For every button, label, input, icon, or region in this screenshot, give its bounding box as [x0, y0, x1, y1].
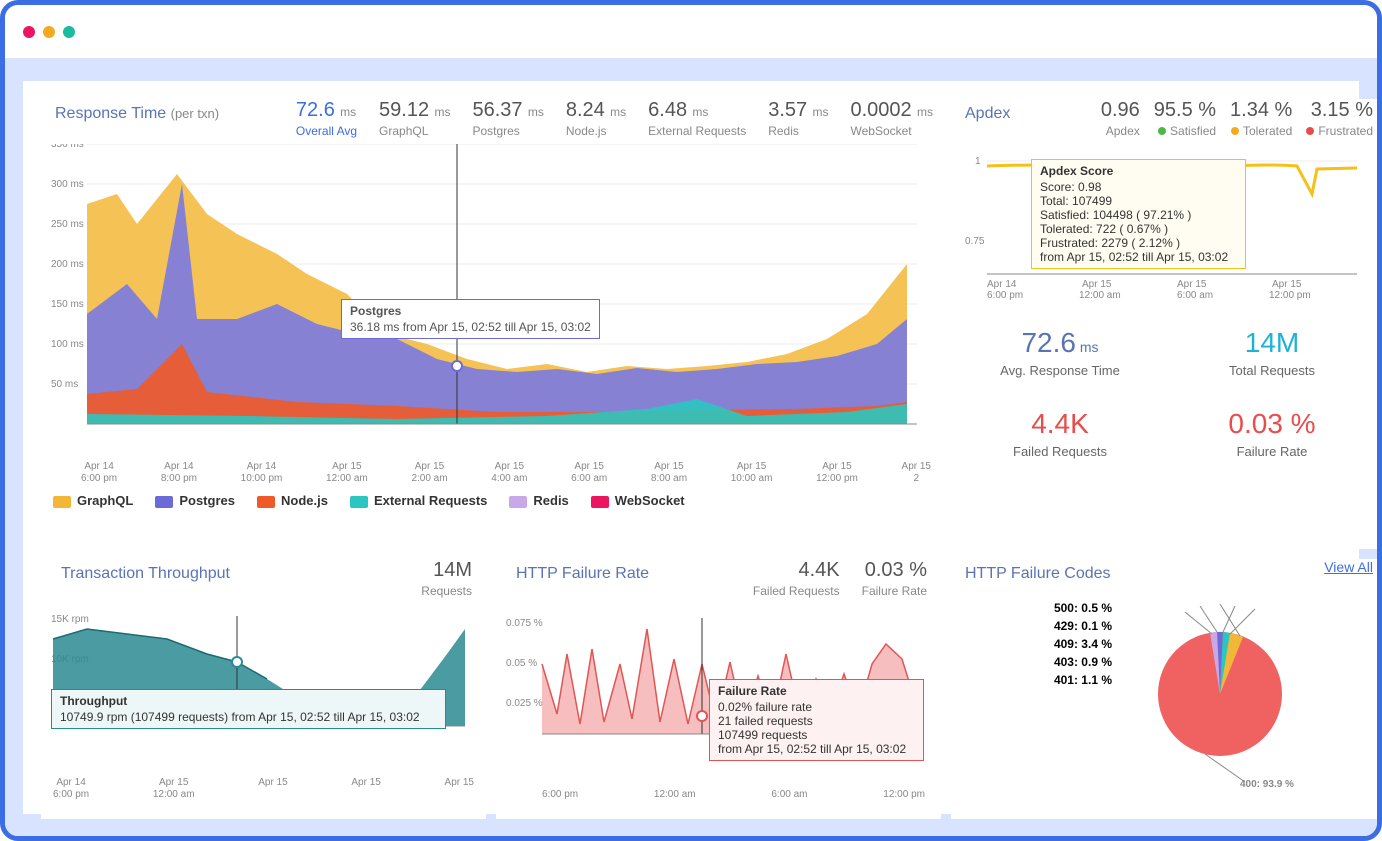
- svg-text:6:00 pm: 6:00 pm: [987, 290, 1023, 301]
- svg-text:50 ms: 50 ms: [51, 379, 78, 390]
- svg-text:12:00 am: 12:00 am: [1079, 290, 1121, 301]
- response-time-title: Response Time (per txn): [49, 99, 219, 123]
- surface: Response Time (per txn) 72.6 msOverall A…: [5, 59, 1377, 836]
- svg-text:250 ms: 250 ms: [51, 219, 84, 230]
- metric-graphql: 59.12 msGraphQL: [379, 99, 450, 138]
- legend-websocket[interactable]: WebSocket: [591, 493, 685, 508]
- legend-external-requests[interactable]: External Requests: [350, 493, 487, 508]
- legend-node-js[interactable]: Node.js: [257, 493, 328, 508]
- apdex-metric-satisfied: 95.5 %Satisfied: [1154, 99, 1216, 138]
- apdex-metric-apdex: 0.96Apdex: [1101, 99, 1140, 138]
- close-icon[interactable]: [23, 26, 35, 38]
- stat-failure-rate: 0.03 % Failure Rate: [1171, 398, 1373, 469]
- svg-text:300 ms: 300 ms: [51, 179, 84, 190]
- svg-text:Apr 15: Apr 15: [1177, 279, 1207, 290]
- label-400: 400: 93.9 %: [1240, 779, 1294, 789]
- failure-codes-title: HTTP Failure Codes: [959, 559, 1111, 583]
- zoom-icon[interactable]: [63, 26, 75, 38]
- svg-text:12:00 pm: 12:00 pm: [1269, 290, 1311, 301]
- metric-external-requests: 6.48 msExternal Requests: [648, 99, 746, 138]
- failure-rate-panel: HTTP Failure Rate 4.4KFailed Requests 0.0…: [496, 559, 941, 819]
- throughput-title: Transaction Throughput: [55, 559, 230, 583]
- minimize-icon[interactable]: [43, 26, 55, 38]
- apdex-tooltip: Apdex Score Score: 0.98 Total: 107499 Sa…: [1031, 159, 1246, 269]
- svg-text:6:00 am: 6:00 am: [1177, 290, 1213, 301]
- pie-label: 409: 3.4 %: [1012, 635, 1112, 653]
- legend-graphql[interactable]: GraphQL: [53, 493, 133, 508]
- pie-label: 401: 1.1 %: [1012, 671, 1112, 689]
- failure-rate-tooltip: Failure Rate 0.02% failure rate 21 faile…: [709, 679, 924, 761]
- svg-text:Apr 15: Apr 15: [1272, 279, 1302, 290]
- stat-failed-requests: 4.4K Failed Requests: [959, 398, 1161, 469]
- svg-text:15K rpm: 15K rpm: [51, 614, 89, 625]
- svg-text:100 ms: 100 ms: [51, 339, 84, 350]
- metric-overall-avg: 72.6 msOverall Avg: [296, 99, 357, 138]
- row2-left: Transaction Throughput 14M Requests 15K …: [41, 559, 941, 819]
- apdex-metric-frustrated: 3.15 %Frustrated: [1306, 99, 1373, 138]
- view-all-link[interactable]: View All: [1324, 559, 1373, 575]
- response-time-tooltip: Postgres 36.18 ms from Apr 15, 02:52 til…: [341, 299, 600, 339]
- response-time-panel: Response Time (per txn) 72.6 msOverall A…: [41, 99, 941, 549]
- throughput-tooltip: Throughput 10749.9 rpm (107499 requests)…: [51, 689, 446, 729]
- failure-codes-panel: HTTP Failure Codes View All 500: 0.5 %42…: [951, 559, 1381, 819]
- svg-text:200 ms: 200 ms: [51, 259, 84, 270]
- svg-text:350 ms: 350 ms: [51, 144, 84, 150]
- svg-text:0.75: 0.75: [965, 236, 985, 247]
- dashboard: Response Time (per txn) 72.6 msOverall A…: [23, 81, 1359, 814]
- apdex-metric-tolerated: 1.34 %Tolerated: [1230, 99, 1292, 138]
- svg-text:Apr 14: Apr 14: [987, 279, 1017, 290]
- metric-redis: 3.57 msRedis: [768, 99, 828, 138]
- apdex-panel: Apdex 0.96Apdex 95.5 %Satisfied 1.34 %Tole…: [951, 99, 1381, 549]
- svg-text:Apr 15: Apr 15: [1082, 279, 1112, 290]
- metric-websocket: 0.0002 msWebSocket: [850, 99, 933, 138]
- pie-label: 429: 0.1 %: [1012, 617, 1112, 635]
- titlebar: [5, 5, 1377, 59]
- failure-rate-title: HTTP Failure Rate: [510, 559, 649, 583]
- legend-redis[interactable]: Redis: [509, 493, 568, 508]
- apdex-title: Apdex: [959, 99, 1010, 123]
- pie-label: 500: 0.5 %: [1012, 599, 1112, 617]
- app-window: Response Time (per txn) 72.6 msOverall A…: [0, 0, 1382, 841]
- svg-text:150 ms: 150 ms: [51, 299, 84, 310]
- svg-text:0.025 %: 0.025 %: [506, 698, 543, 709]
- throughput-panel: Transaction Throughput 14M Requests 15K …: [41, 559, 486, 819]
- legend-postgres[interactable]: Postgres: [155, 493, 235, 508]
- svg-text:1: 1: [975, 156, 981, 167]
- metric-node-js: 8.24 msNode.js: [566, 99, 626, 138]
- metric-postgres: 56.37 msPostgres: [472, 99, 543, 138]
- throughput-value: 14M: [421, 559, 472, 582]
- fr-metric-failed-requests: 4.4KFailed Requests: [753, 559, 840, 598]
- stat-avg-response-time: 72.6 msAvg. Response Time: [959, 317, 1161, 388]
- failure-codes-chart[interactable]: 400: 93.9 %: [1120, 599, 1320, 789]
- pie-label: 403: 0.9 %: [1012, 653, 1112, 671]
- stat-total-requests: 14M Total Requests: [1171, 317, 1373, 388]
- response-time-legend: GraphQL Postgres Node.js External Requests R…: [41, 487, 941, 514]
- svg-text:0.05 %: 0.05 %: [506, 658, 537, 669]
- fr-metric-failure-rate: 0.03 %Failure Rate: [862, 559, 927, 598]
- svg-text:0.075 %: 0.075 %: [506, 618, 543, 629]
